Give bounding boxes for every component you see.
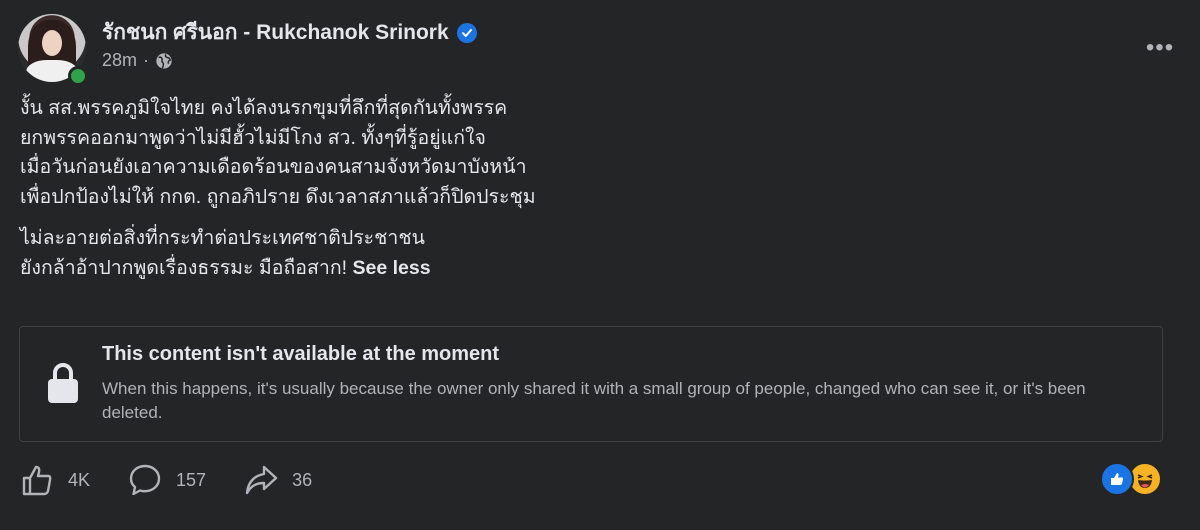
comment-icon xyxy=(129,464,161,496)
comment-button[interactable]: 157 xyxy=(128,463,206,497)
online-status-dot xyxy=(68,66,88,86)
post-body: งั้น สส.พรรคภูมิใจไทย คงได้ลงนรกขุมที่ลึ… xyxy=(20,94,1170,283)
post-line: งั้น สส.พรรคภูมิใจไทย คงได้ลงนรกขุมที่ลึ… xyxy=(20,97,508,119)
post-header: รักชนก ศรีนอก - Rukchanok Srinork 28m · … xyxy=(18,10,1182,86)
like-button[interactable]: 4K xyxy=(20,463,90,497)
post-timestamp[interactable]: 28m xyxy=(102,50,137,71)
post-actions: 4K 157 36 xyxy=(20,460,350,500)
post-line: ยกพรรคออกมาพูดว่าไม่มีฮั้วไม่มีโกง สว. ท… xyxy=(20,126,486,149)
unavailable-description: When this happens, it's usually because … xyxy=(102,379,1086,422)
more-options-button[interactable]: ••• xyxy=(1142,30,1178,66)
see-less-link[interactable]: See less xyxy=(353,257,431,279)
author-name[interactable]: รักชนก ศรีนอก - Rukchanok Srinork xyxy=(102,16,449,49)
post-line: เพื่อปกป้องไม่ให้ กกต. ถูกอภิปราย ดึงเวล… xyxy=(20,185,536,208)
post-line-last: ยังกล้าอ้าปากพูดเรื่องธรรมะ มือถือสาก! S… xyxy=(20,254,1170,284)
post-line-text: ยังกล้าอ้าปากพูดเรื่องธรรมะ มือถือสาก! xyxy=(20,256,348,279)
like-icon xyxy=(1100,462,1134,496)
unavailable-title: This content isn't available at the mome… xyxy=(102,343,500,365)
verified-badge-icon xyxy=(456,22,477,43)
thumbs-up-icon xyxy=(22,465,52,496)
lock-icon xyxy=(48,363,78,403)
comment-count: 157 xyxy=(176,469,207,490)
globe-icon[interactable] xyxy=(155,52,173,70)
content-unavailable-card: This content isn't available at the mome… xyxy=(19,326,1163,442)
facebook-post: รักชนก ศรีนอก - Rukchanok Srinork 28m · … xyxy=(0,0,1200,530)
share-button[interactable]: 36 xyxy=(244,463,312,497)
author-row: รักชนก ศรีนอก - Rukchanok Srinork xyxy=(102,16,477,49)
post-meta: 28m · xyxy=(102,50,173,71)
post-line: ไม่ละอายต่อสิ่งที่กระทำต่อประเทศชาติประช… xyxy=(20,227,425,249)
more-options-icon: ••• xyxy=(1145,34,1175,61)
like-count: 4K xyxy=(68,469,91,490)
meta-separator: · xyxy=(143,50,150,70)
reaction-summary[interactable] xyxy=(1100,462,1162,496)
share-count: 36 xyxy=(292,469,313,490)
post-line: เมื่อวันก่อนยังเอาความเดือดร้อนของคนสามจ… xyxy=(20,156,527,178)
share-icon xyxy=(245,465,278,495)
